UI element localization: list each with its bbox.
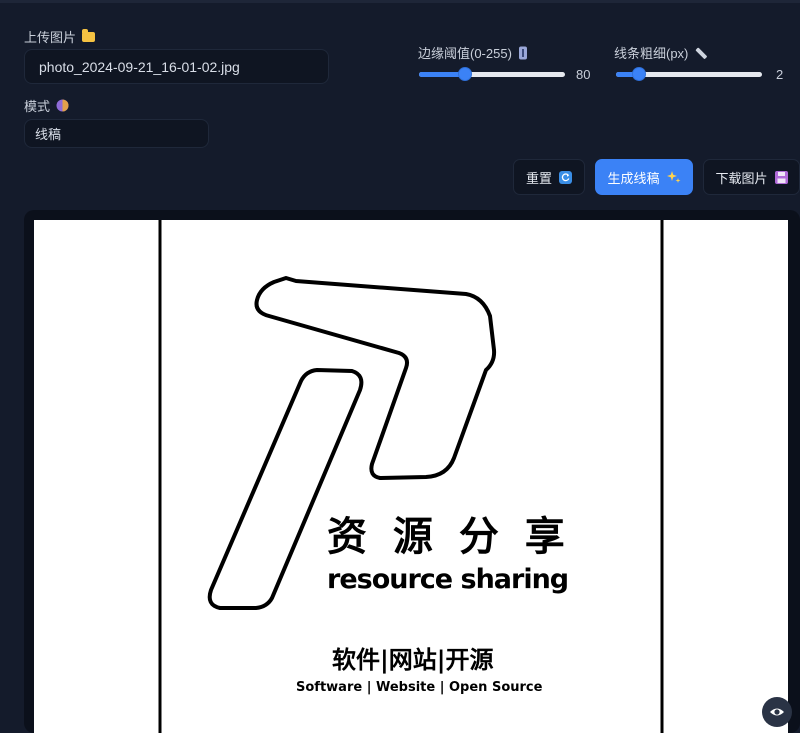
mode-select[interactable]: 线稿 — [24, 119, 209, 148]
preview-subtitle-en: Software | Website | Open Source — [296, 680, 543, 695]
mode-label-row: 模式 — [24, 96, 69, 115]
preview-subtitle-cn: 软件|网站|开源 — [332, 646, 494, 674]
mode-value: 线稿 — [35, 127, 62, 142]
threshold-slider[interactable] — [419, 65, 565, 83]
floppy-disk-icon — [774, 170, 788, 184]
upload-file-input[interactable]: photo_2024-09-21_16-01-02.jpg — [24, 49, 329, 84]
threshold-label-row: 边缘阈值(0-255) — [418, 43, 528, 62]
line-width-slider-thumb[interactable] — [632, 67, 647, 81]
line-width-label-row: 线条粗细(px) — [614, 43, 708, 62]
folder-icon — [82, 28, 96, 42]
preview-panel: 资 源 分 享 resource sharing 软件|网站|开源 Softwa… — [24, 210, 800, 733]
download-button-label: 下载图片 — [715, 170, 768, 186]
line-art-canvas: 资 源 分 享 resource sharing 软件|网站|开源 Softwa… — [34, 220, 788, 733]
download-button[interactable]: 下载图片 — [703, 159, 800, 195]
palette-icon — [56, 99, 69, 112]
eye-icon — [770, 708, 784, 716]
threshold-value: 80 — [576, 67, 591, 82]
generate-button-label: 生成线稿 — [607, 170, 660, 186]
preview-title-en: resource sharing — [327, 564, 569, 595]
sparkles-icon — [666, 171, 680, 183]
line-width-value: 2 — [776, 67, 784, 82]
upload-label-row: 上传图片 — [24, 27, 96, 46]
thermometer-icon — [518, 46, 527, 59]
threshold-label: 边缘阈值(0-255) — [418, 46, 512, 61]
preview-toggle-button[interactable] — [762, 697, 792, 727]
threshold-slider-thumb[interactable] — [457, 67, 472, 81]
upload-file-name: photo_2024-09-21_16-01-02.jpg — [39, 58, 240, 75]
line-art-app: 上传图片 photo_2024-09-21_16-01-02.jpg 模式 线稿… — [0, 0, 800, 733]
refresh-icon — [559, 170, 572, 184]
preview-title-cn: 资 源 分 享 — [327, 514, 571, 560]
ruler-icon — [696, 47, 708, 59]
generate-button[interactable]: 生成线稿 — [595, 159, 693, 195]
line-width-slider[interactable] — [616, 65, 762, 83]
reset-button[interactable]: 重置 — [513, 159, 585, 195]
mode-label: 模式 — [24, 99, 51, 114]
upload-label: 上传图片 — [24, 30, 77, 45]
reset-button-label: 重置 — [525, 170, 552, 186]
line-width-label: 线条粗细(px) — [614, 46, 689, 61]
top-divider — [0, 0, 800, 3]
